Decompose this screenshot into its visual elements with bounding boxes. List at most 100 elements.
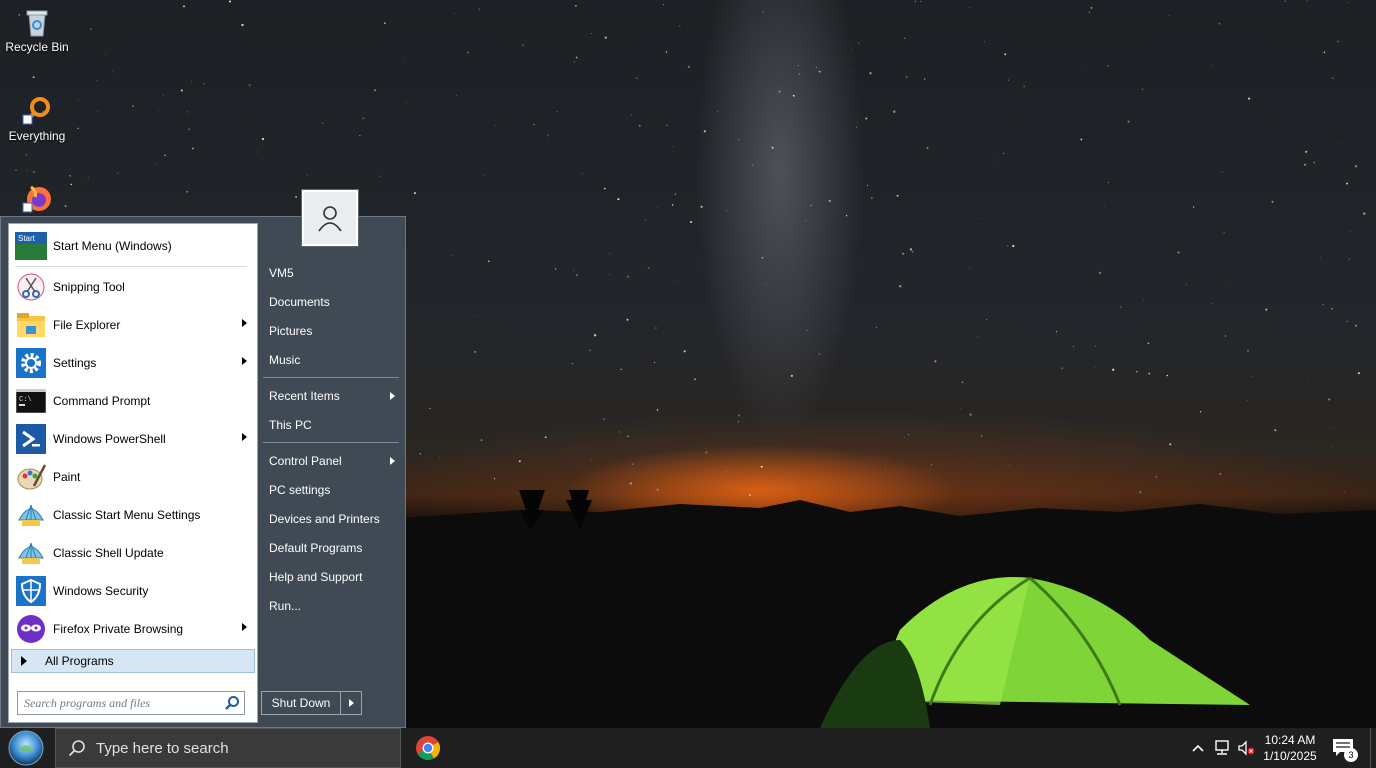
desktop-icon-everything[interactable]: Everything	[1, 95, 73, 143]
all-programs-button[interactable]: All Programs	[11, 649, 255, 673]
menu-item-firefox-private-browsing[interactable]: Firefox Private Browsing	[11, 611, 255, 647]
star	[1307, 377, 1308, 379]
star	[1271, 200, 1274, 203]
star	[839, 191, 840, 193]
star	[654, 361, 656, 364]
star	[798, 73, 801, 75]
start-search-box[interactable]	[17, 691, 245, 715]
star	[188, 128, 191, 131]
star	[1199, 411, 1202, 413]
menu-item-classic-shell-update[interactable]: Classic Shell Update	[11, 535, 255, 571]
star	[969, 267, 970, 269]
menu-item-paint[interactable]: Paint	[11, 459, 255, 495]
star	[32, 76, 35, 79]
start-search-input[interactable]	[18, 692, 218, 714]
star	[805, 220, 807, 221]
star	[604, 36, 607, 39]
separator	[263, 377, 399, 378]
menu-item-default-programs[interactable]: Default Programs	[263, 535, 401, 561]
star	[968, 6, 970, 8]
menu-item-label: Settings	[53, 356, 97, 370]
star	[495, 124, 497, 126]
star	[1221, 171, 1223, 173]
menu-item-documents[interactable]: Documents	[263, 289, 401, 315]
star	[241, 23, 244, 27]
star	[154, 163, 156, 165]
star	[818, 70, 821, 73]
shutdown-button[interactable]: Shut Down	[262, 692, 341, 714]
star	[687, 65, 690, 68]
firefox-icon	[22, 185, 51, 213]
shutdown-options-button[interactable]	[341, 692, 361, 714]
search-icon[interactable]	[224, 695, 240, 711]
star	[752, 164, 754, 166]
menu-item-file-explorer[interactable]: File Explorer	[11, 307, 255, 343]
star	[896, 194, 899, 197]
user-avatar[interactable]	[302, 190, 358, 246]
menu-item-music[interactable]: Music	[263, 347, 401, 373]
taskbar-search-box[interactable]: Type here to search	[55, 728, 401, 768]
star	[726, 210, 728, 212]
menu-item-classic-start-menu-settings[interactable]: Classic Start Menu Settings	[11, 497, 255, 533]
paint-icon	[15, 461, 47, 493]
star	[655, 327, 657, 329]
star	[1340, 88, 1342, 90]
star	[589, 349, 592, 352]
submenu-arrow-icon	[242, 319, 247, 327]
volume-button[interactable]	[1236, 738, 1256, 758]
menu-item-this-pc[interactable]: This PC	[263, 412, 401, 438]
action-center-button[interactable]: 3	[1330, 736, 1360, 762]
menu-item-pictures[interactable]: Pictures	[263, 318, 401, 344]
menu-item-label: Recent Items	[269, 389, 340, 403]
menu-item-run[interactable]: Run...	[263, 593, 401, 619]
menu-item-devices-and-printers[interactable]: Devices and Printers	[263, 506, 401, 532]
menu-item-label: VM5	[269, 266, 294, 280]
star	[1284, 0, 1286, 2]
star	[737, 421, 740, 423]
star	[573, 270, 575, 272]
star	[306, 174, 308, 176]
menu-item-control-panel[interactable]: Control Panel	[263, 448, 401, 474]
show-hidden-icons-button[interactable]	[1188, 738, 1208, 758]
everything-search-icon	[22, 97, 50, 125]
star	[1119, 306, 1122, 308]
taskbar-app-chrome[interactable]	[410, 728, 446, 768]
star	[1346, 320, 1348, 323]
desktop-icon-firefox[interactable]	[1, 183, 73, 217]
menu-item-label: Default Programs	[269, 541, 363, 555]
show-desktop-button[interactable]	[1370, 728, 1376, 768]
star	[617, 198, 620, 201]
menu-item-snipping-tool[interactable]: Snipping Tool	[11, 269, 255, 305]
powershell-icon	[15, 423, 47, 455]
star	[778, 90, 781, 93]
menu-item-settings[interactable]: Settings	[11, 345, 255, 381]
star	[488, 260, 490, 263]
star	[738, 138, 740, 141]
star	[1229, 283, 1231, 285]
star	[914, 0, 917, 3]
command-prompt-icon: C:\	[15, 385, 47, 417]
star	[1319, 256, 1321, 258]
star	[1087, 67, 1089, 69]
star	[78, 99, 80, 101]
menu-item-windows-powershell[interactable]: Windows PowerShell	[11, 421, 255, 457]
menu-item-help-and-support[interactable]: Help and Support	[263, 564, 401, 590]
star	[1363, 212, 1366, 215]
menu-item-windows-security[interactable]: Windows Security	[11, 573, 255, 609]
start-button[interactable]	[6, 730, 46, 766]
taskbar-clock[interactable]: 10:24 AM 1/10/2025	[1254, 732, 1326, 764]
menu-item-command-prompt[interactable]: C:\ Command Prompt	[11, 383, 255, 419]
star	[635, 77, 638, 80]
menu-item-recent-items[interactable]: Recent Items	[263, 383, 401, 409]
menu-item-start-menu-windows[interactable]: Start Start Menu (Windows)	[11, 228, 255, 264]
menu-item-pc-settings[interactable]: PC settings	[263, 477, 401, 503]
desktop-icon-recycle-bin[interactable]: Recycle Bin	[1, 6, 73, 54]
star	[1323, 51, 1326, 54]
star	[656, 409, 659, 411]
star	[790, 374, 794, 378]
star	[1127, 120, 1130, 123]
star	[604, 187, 606, 190]
star	[1354, 165, 1358, 168]
menu-item-user-folder[interactable]: VM5	[263, 260, 401, 286]
network-button[interactable]	[1212, 738, 1232, 758]
